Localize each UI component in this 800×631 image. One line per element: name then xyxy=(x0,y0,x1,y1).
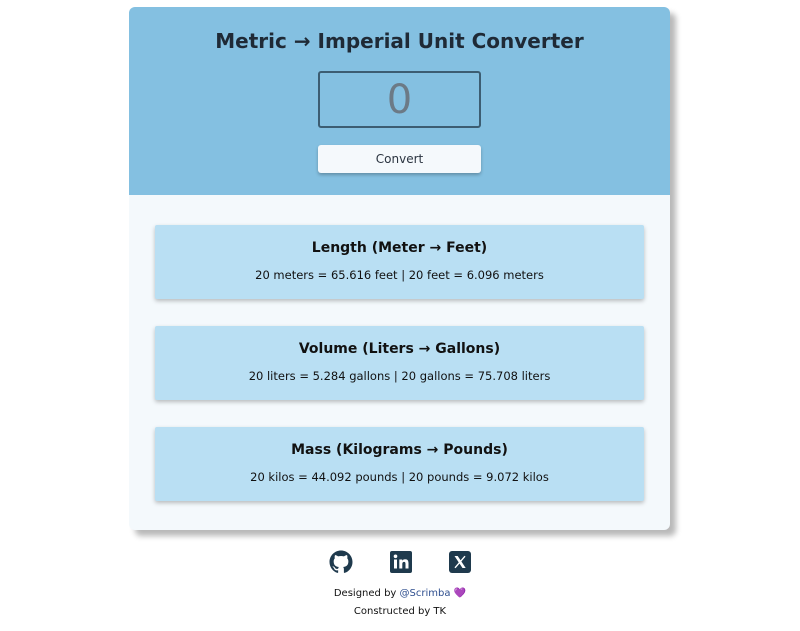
page-title: Metric → Imperial Unit Converter xyxy=(215,29,584,53)
convert-button[interactable]: Convert xyxy=(318,145,481,173)
number-input[interactable] xyxy=(318,71,481,128)
scrimba-link[interactable]: @Scrimba xyxy=(400,588,451,599)
designed-by-credit: Designed by @Scrimba 💜 xyxy=(0,588,800,599)
converter-header: Metric → Imperial Unit Converter Convert xyxy=(129,7,670,195)
length-result-panel: Length (Meter → Feet) 20 meters = 65.616… xyxy=(155,225,644,299)
mass-result-title: Mass (Kilograms → Pounds) xyxy=(291,442,508,458)
social-links xyxy=(0,550,800,574)
x-icon[interactable] xyxy=(448,550,472,574)
converter-card: Metric → Imperial Unit Converter Convert… xyxy=(129,7,670,530)
volume-result-title: Volume (Liters → Gallons) xyxy=(298,341,501,357)
volume-result-text: 20 liters = 5.284 gallons | 20 gallons =… xyxy=(248,369,551,383)
mass-result-text: 20 kilos = 44.092 pounds | 20 pounds = 9… xyxy=(250,470,549,484)
heart-icon: 💜 xyxy=(453,588,467,599)
length-result-title: Length (Meter → Feet) xyxy=(311,240,488,256)
designed-by-prefix: Designed by xyxy=(333,588,397,599)
mass-result-panel: Mass (Kilograms → Pounds) 20 kilos = 44.… xyxy=(155,427,644,501)
github-icon[interactable] xyxy=(329,550,353,574)
constructed-by-credit: Constructed by TK xyxy=(353,606,447,617)
length-result-text: 20 meters = 65.616 feet | 20 feet = 6.09… xyxy=(255,268,544,282)
volume-result-panel: Volume (Liters → Gallons) 20 liters = 5.… xyxy=(155,326,644,400)
linkedin-icon[interactable] xyxy=(389,550,413,574)
